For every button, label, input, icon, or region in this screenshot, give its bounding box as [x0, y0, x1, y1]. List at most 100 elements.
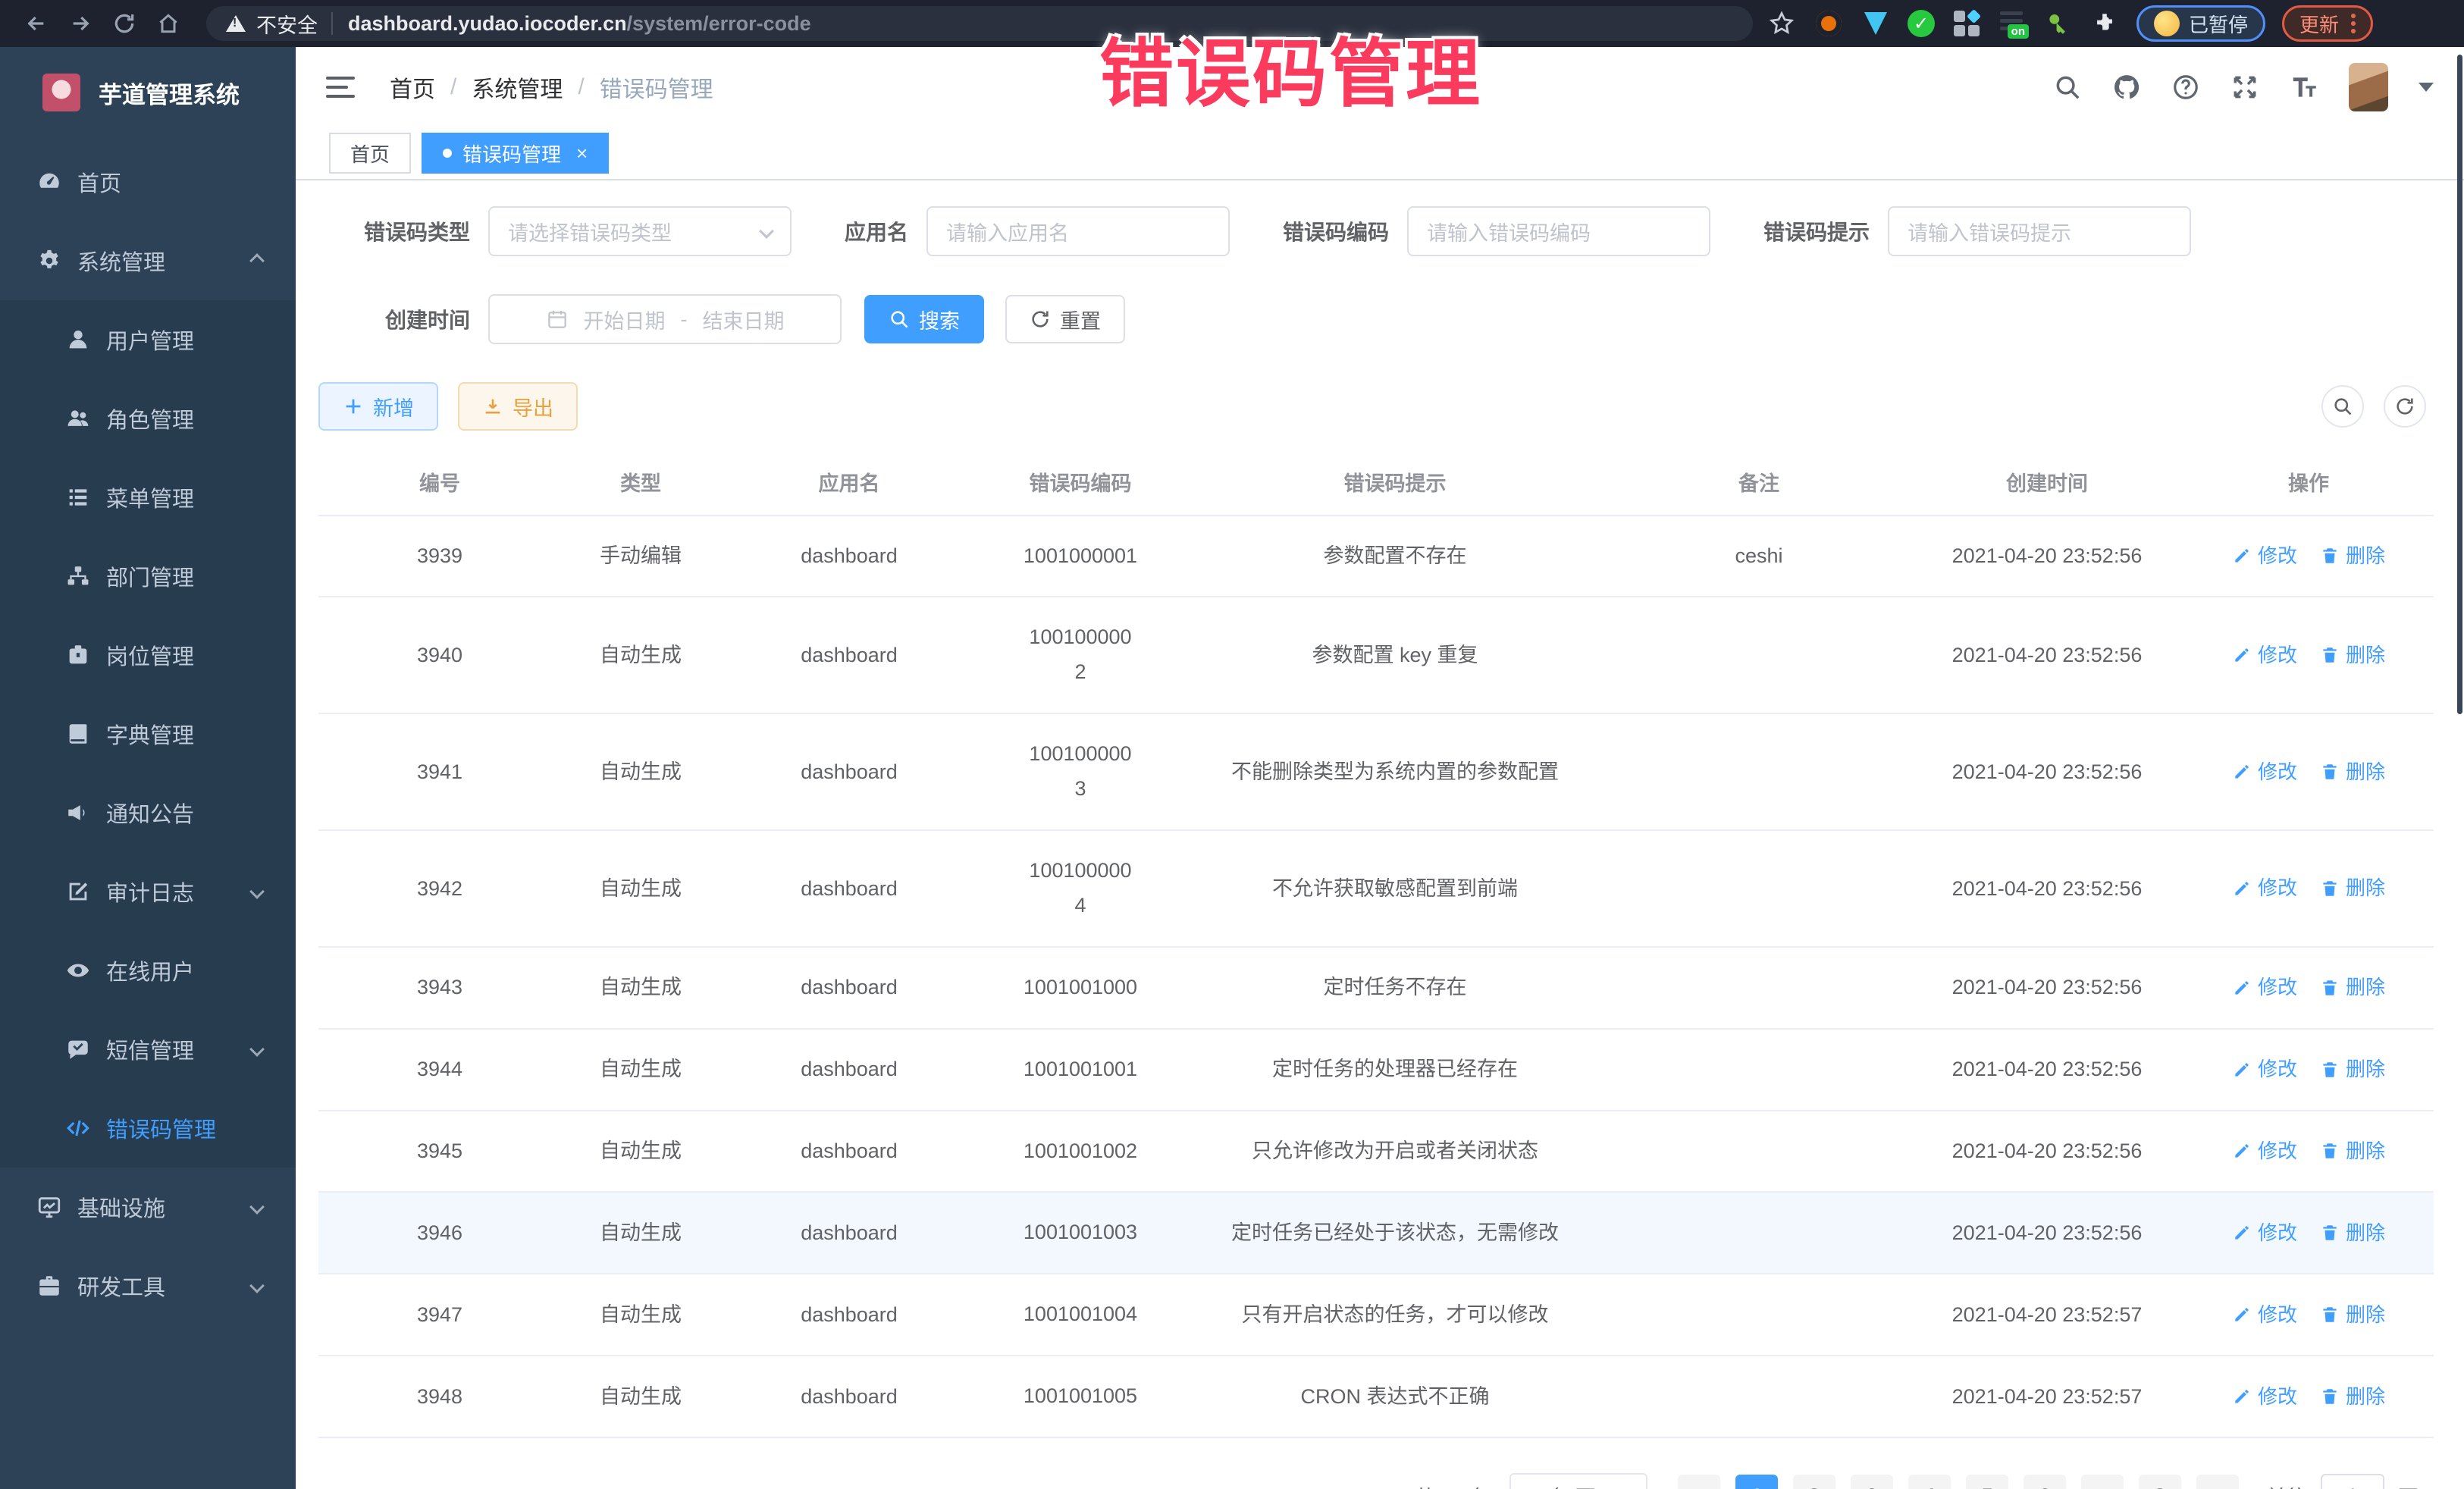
page-button-8[interactable]: 8 — [2139, 1475, 2181, 1489]
back-arrow-icon[interactable] — [20, 7, 53, 40]
edit-link[interactable]: 修改 — [2232, 973, 2297, 1002]
tab-home[interactable]: 首页 — [329, 133, 411, 174]
error-code-input[interactable]: 请输入错误码编码 — [1407, 206, 1710, 256]
search-icon[interactable] — [2053, 73, 2082, 102]
cell-type: 自动生成 — [561, 734, 720, 810]
kebab-menu-icon[interactable] — [2351, 14, 2356, 33]
sidebar-item-notices[interactable]: 通知公告 — [0, 773, 296, 852]
edit-link[interactable]: 修改 — [2232, 1055, 2297, 1084]
delete-link[interactable]: 删除 — [2320, 1055, 2385, 1084]
next-page-button[interactable]: › — [2196, 1475, 2239, 1489]
page-button-4[interactable]: 4 — [1908, 1475, 1951, 1489]
github-icon[interactable] — [2112, 73, 2141, 102]
edit-link[interactable]: 修改 — [2232, 1300, 2297, 1330]
update-label: 更新 — [2299, 10, 2339, 38]
hamburger-icon[interactable] — [326, 77, 355, 98]
sidebar-item-users[interactable]: 用户管理 — [0, 300, 296, 379]
sidebar-item-label: 岗位管理 — [106, 639, 194, 671]
prev-page-button[interactable]: ‹ — [1678, 1475, 1720, 1489]
page-button-5[interactable]: 5 — [1966, 1475, 2008, 1489]
page-button-1[interactable]: 1 — [1735, 1475, 1778, 1489]
sidebar-item-posts[interactable]: 岗位管理 — [0, 616, 296, 694]
reset-button[interactable]: 重置 — [1005, 295, 1125, 343]
edit-link[interactable]: 修改 — [2232, 541, 2297, 571]
forward-arrow-icon[interactable] — [64, 7, 97, 40]
delete-link[interactable]: 删除 — [2320, 1300, 2385, 1330]
delete-icon — [2320, 978, 2340, 998]
sidebar-item-audit-logs[interactable]: 审计日志 — [0, 852, 296, 931]
page-button-6[interactable]: 6 — [2024, 1475, 2066, 1489]
security-label[interactable]: 不安全 — [256, 9, 318, 39]
sidebar-item-sms[interactable]: 短信管理 — [0, 1010, 296, 1089]
sidebar-item-system[interactable]: 系统管理 — [0, 221, 296, 300]
delete-link[interactable]: 删除 — [2320, 973, 2385, 1002]
app-name-input[interactable]: 请输入应用名 — [926, 206, 1230, 256]
sidebar-item-error-codes[interactable]: 错误码管理 — [0, 1089, 296, 1168]
edit-link[interactable]: 修改 — [2232, 1382, 2297, 1412]
update-button[interactable]: 更新 — [2282, 5, 2373, 42]
fullscreen-icon[interactable] — [2230, 73, 2259, 102]
extension-green-check-icon[interactable]: ✓ — [1908, 10, 1935, 37]
address-bar[interactable]: 不安全 dashboard.yudao.iocoder.cn /system/e… — [206, 6, 1753, 41]
toggle-search-button[interactable] — [2321, 385, 2364, 428]
date-range-picker[interactable]: 开始日期 - 结束日期 — [488, 294, 842, 344]
error-hint-input[interactable]: 请输入错误码提示 — [1888, 206, 2191, 256]
breadcrumb-home[interactable]: 首页 — [390, 71, 435, 104]
sidebar-item-menus[interactable]: 菜单管理 — [0, 458, 296, 537]
search-button[interactable]: 搜索 — [864, 295, 984, 343]
edit-link[interactable]: 修改 — [2232, 1136, 2297, 1166]
filter-error-code: 错误码编码 请输入错误码编码 — [1283, 206, 1710, 256]
edit-link[interactable]: 修改 — [2232, 1218, 2297, 1248]
extension-on-badge-icon[interactable]: on — [1998, 10, 2026, 37]
delete-link[interactable]: 删除 — [2320, 1382, 2385, 1412]
delete-link[interactable]: 删除 — [2320, 1218, 2385, 1248]
delete-link[interactable]: 删除 — [2320, 873, 2385, 903]
bookmark-star-icon[interactable] — [1766, 8, 1797, 39]
extension-blue-gem-icon[interactable] — [1861, 8, 1891, 39]
caret-down-icon[interactable] — [2419, 83, 2434, 92]
sidebar-item-online-users[interactable]: 在线用户 — [0, 931, 296, 1010]
font-size-icon[interactable] — [2290, 73, 2318, 102]
page-button-3[interactable]: 3 — [1851, 1475, 1893, 1489]
reload-icon[interactable] — [108, 7, 141, 40]
refresh-table-button[interactable] — [2384, 385, 2426, 428]
extension-grid-icon[interactable] — [1951, 8, 1982, 39]
edit-link[interactable]: 修改 — [2232, 757, 2297, 787]
goto-page-input[interactable]: 1 — [2321, 1474, 2384, 1489]
sidebar-item-roles[interactable]: 角色管理 — [0, 379, 296, 458]
sidebar-item-dev-tools[interactable]: 研发工具 — [0, 1246, 296, 1325]
extension-orange-ring-icon[interactable] — [1814, 8, 1844, 39]
page-size-select[interactable]: 10条/页 — [1509, 1473, 1647, 1489]
error-type-select[interactable]: 请选择错误码类型 — [488, 206, 792, 256]
delete-link[interactable]: 删除 — [2320, 757, 2385, 787]
vertical-scrollbar[interactable] — [2457, 55, 2462, 714]
breadcrumb-system[interactable]: 系统管理 — [472, 71, 563, 104]
sidebar-item-dictionaries[interactable]: 字典管理 — [0, 694, 296, 773]
page-button-2[interactable]: 2 — [1793, 1475, 1835, 1489]
sidebar-logo-row[interactable]: 芋道管理系统 — [0, 56, 296, 129]
sidebar-item-infrastructure[interactable]: 基础设施 — [0, 1168, 296, 1246]
profile-paused-badge[interactable]: 已暂停 — [2136, 5, 2265, 42]
close-tab-icon[interactable]: × — [576, 142, 588, 165]
add-button[interactable]: 新增 — [318, 382, 438, 431]
edit-link[interactable]: 修改 — [2232, 641, 2297, 670]
cell-remark — [1607, 1047, 1911, 1092]
home-icon[interactable] — [152, 7, 185, 40]
extension-puzzle-icon[interactable] — [2089, 8, 2120, 39]
edit-link[interactable]: 修改 — [2232, 873, 2297, 903]
user-avatar[interactable] — [2349, 63, 2388, 111]
extension-green-key-icon[interactable] — [2042, 8, 2073, 39]
sidebar-item-home[interactable]: 首页 — [0, 143, 296, 221]
pages-more-button[interactable]: ··· — [2081, 1475, 2124, 1489]
toolbar-right — [2321, 385, 2426, 428]
delete-link[interactable]: 删除 — [2320, 641, 2385, 670]
table-body: 3939手动编辑dashboard1001000001参数配置不存在ceshi2… — [318, 516, 2434, 1439]
cell-code: 1001001003 — [978, 1193, 1183, 1273]
refresh-icon — [1030, 309, 1051, 330]
export-button[interactable]: 导出 — [458, 382, 578, 431]
delete-link[interactable]: 删除 — [2320, 541, 2385, 571]
sidebar-item-departments[interactable]: 部门管理 — [0, 537, 296, 616]
delete-link[interactable]: 删除 — [2320, 1136, 2385, 1166]
help-icon[interactable] — [2171, 73, 2200, 102]
tab-error-code[interactable]: 错误码管理 × — [422, 133, 609, 174]
